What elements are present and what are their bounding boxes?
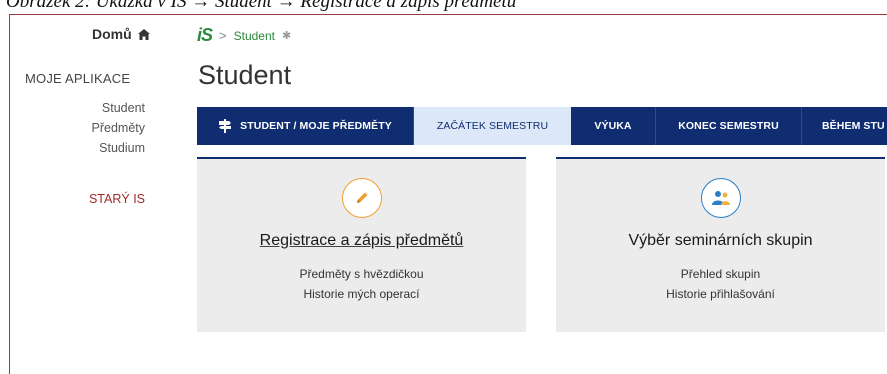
link-historie-prihlasovani[interactable]: Historie přihlašování bbox=[556, 284, 885, 304]
home-label: Domů bbox=[92, 26, 132, 42]
figure-caption: Obrázek 2: Ukázka v IS → Student → Regis… bbox=[6, 0, 517, 12]
pencil-icon bbox=[356, 192, 367, 203]
link-predmety-s-hvezdickou[interactable]: Předměty s hvězdičkou bbox=[197, 264, 526, 284]
home-icon bbox=[137, 28, 150, 40]
tab-label: STUDENT / MOJE PŘEDMĚTY bbox=[240, 120, 392, 132]
card-title-registrace[interactable]: Registrace a zápis předmětů bbox=[197, 232, 526, 250]
card-links: Předměty s hvězdičkou Historie mých oper… bbox=[197, 264, 526, 304]
card-seminarni-skupiny: Výběr seminárních skupin Přehled skupin … bbox=[556, 157, 885, 332]
tab-behem-studia[interactable]: BĚHEM STU bbox=[802, 107, 887, 145]
card-title-seminarni-skupiny[interactable]: Výběr seminárních skupin bbox=[556, 232, 885, 250]
sidebar-list: Student Předměty Studium bbox=[92, 98, 146, 158]
tab-student-moje-predmety[interactable]: STUDENT / MOJE PŘEDMĚTY bbox=[197, 107, 414, 145]
people-icon bbox=[711, 191, 730, 205]
tab-label: ZAČÁTEK SEMESTRU bbox=[436, 120, 549, 132]
page-title: Student bbox=[198, 60, 292, 90]
card-registrace: Registrace a zápis předmětů Předměty s h… bbox=[197, 157, 526, 332]
tab-label: BĚHEM STU bbox=[822, 120, 885, 132]
breadcrumb: iS > Student ✱ bbox=[197, 25, 291, 46]
breadcrumb-student[interactable]: Student bbox=[234, 29, 275, 43]
tab-zacatek-semestru[interactable]: ZAČÁTEK SEMESTRU bbox=[414, 107, 571, 145]
people-icon-circle[interactable] bbox=[700, 178, 741, 218]
sidebar-item-predmety[interactable]: Předměty bbox=[92, 118, 146, 138]
tab-bar: STUDENT / MOJE PŘEDMĚTY ZAČÁTEK SEMESTRU… bbox=[197, 107, 887, 145]
tab-vyuka[interactable]: VÝUKA bbox=[571, 107, 656, 145]
sidebar-item-studium[interactable]: Studium bbox=[92, 138, 145, 158]
sidebar-item-stary-is[interactable]: STARÝ IS bbox=[89, 192, 145, 206]
sidebar-item-student[interactable]: Student bbox=[92, 98, 145, 118]
signpost-icon bbox=[219, 119, 232, 133]
pencil-icon-circle[interactable] bbox=[341, 178, 382, 218]
link-historie-mych-operaci[interactable]: Historie mých operací bbox=[197, 284, 526, 304]
home-link[interactable]: Domů bbox=[92, 26, 150, 42]
card-links: Přehled skupin Historie přihlašování bbox=[556, 264, 885, 304]
tab-konec-semestru[interactable]: KONEC SEMESTRU bbox=[656, 107, 802, 145]
link-prehled-skupin[interactable]: Přehled skupin bbox=[556, 264, 885, 284]
pin-icon[interactable]: ✱ bbox=[282, 29, 291, 42]
sidebar-heading: MOJE APLIKACE bbox=[25, 71, 131, 86]
is-logo[interactable]: iS bbox=[197, 25, 213, 46]
tab-label: KONEC SEMESTRU bbox=[678, 120, 779, 132]
breadcrumb-separator: > bbox=[219, 28, 227, 43]
tab-label: VÝUKA bbox=[594, 120, 632, 132]
